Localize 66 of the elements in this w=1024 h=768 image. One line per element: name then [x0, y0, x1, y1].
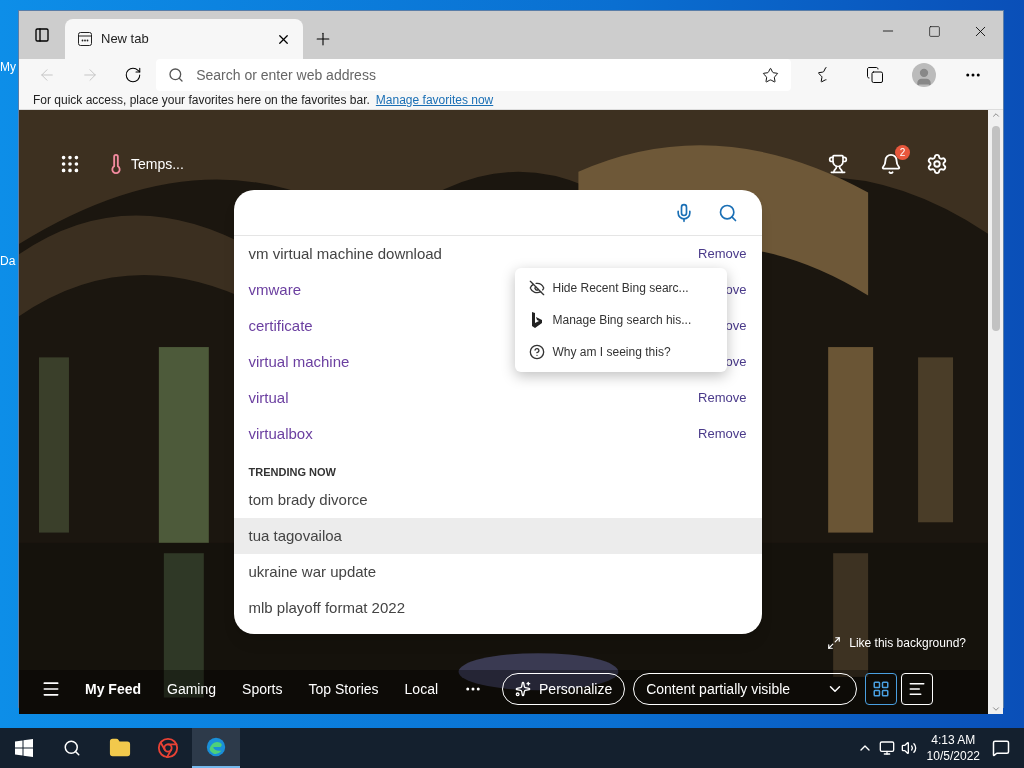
edge-icon [205, 736, 227, 758]
windows-logo-icon[interactable] [15, 739, 33, 757]
favorites-bar-message: For quick access, place your favorites here on the favorites bar. [33, 92, 370, 109]
trending-header: TRENDING NOW [248, 464, 336, 480]
trending-suggestion[interactable]: ukraine war update [233, 554, 762, 590]
grid-icon [872, 680, 891, 698]
chrome-icon [157, 737, 179, 759]
network-icon[interactable] [878, 740, 895, 756]
like-background-link[interactable]: Like this background? [849, 634, 966, 652]
browser-tab[interactable]: New tab [65, 19, 303, 59]
feed-tab[interactable]: My Feed [85, 678, 141, 700]
sparkle-icon [515, 681, 532, 697]
desktop-icon-label: My [0, 59, 16, 76]
hide-icon [528, 280, 545, 296]
grid-view-button[interactable] [865, 673, 898, 705]
refresh-icon[interactable] [123, 66, 142, 84]
notifications-icon[interactable] [880, 153, 902, 175]
profile-avatar[interactable] [911, 63, 936, 87]
address-bar[interactable]: Search or enter web address [156, 59, 792, 91]
history-suggestion[interactable]: virtualbox [248, 422, 313, 446]
apps-icon[interactable] [59, 153, 81, 175]
remove-link[interactable]: Remove [698, 388, 747, 408]
maximize-icon[interactable] [927, 24, 941, 38]
tab-title: New tab [101, 30, 150, 49]
remove-link[interactable]: Remove [698, 424, 747, 444]
history-suggestion[interactable]: virtual machine [248, 350, 350, 374]
trending-suggestion[interactable]: tua tagovailoa [233, 518, 762, 554]
list-icon [908, 680, 927, 698]
tab-page-icon [77, 31, 93, 47]
desktop-icon-label: Da [0, 253, 16, 270]
menu-icon[interactable] [41, 679, 61, 699]
context-menu-item[interactable]: Why am I seeing this? [514, 336, 727, 368]
tab-actions-icon[interactable] [34, 27, 50, 43]
add-favorite-icon[interactable] [762, 66, 780, 84]
feed-tab[interactable]: Top Stories [308, 678, 379, 700]
history-suggestion[interactable]: certificate [248, 314, 313, 338]
taskbar-clock[interactable]: 4:13 AM 10/5/2022 [926, 732, 980, 764]
feed-tab[interactable]: Gaming [167, 678, 217, 700]
history-suggestion[interactable]: vmware [248, 278, 301, 302]
feed-tab[interactable]: Local [404, 678, 439, 700]
address-input[interactable]: Search or enter web address [196, 64, 751, 86]
settings-icon[interactable] [926, 153, 948, 175]
collections-icon[interactable] [865, 66, 884, 84]
manage-favorites-link[interactable]: Manage favorites now [375, 91, 494, 109]
taskbar-app[interactable] [192, 728, 240, 768]
trending-suggestion[interactable]: tom brady divorce [233, 482, 762, 518]
history-suggestion[interactable]: vm virtual machine download [248, 242, 442, 266]
remove-link[interactable]: Remove [698, 244, 747, 264]
expand-icon [827, 636, 842, 650]
feed-tab[interactable]: Sports [242, 678, 283, 700]
weather-label[interactable]: Temps... [131, 153, 184, 175]
trending-suggestion[interactable]: mlb playoff format 2022 [233, 590, 762, 626]
scrollbar[interactable] [988, 110, 1003, 714]
notifications-icon[interactable] [992, 739, 1010, 757]
history-suggestion[interactable]: virtual [248, 386, 289, 410]
context-menu-item[interactable]: Manage Bing search his... [514, 304, 727, 336]
volume-icon[interactable] [900, 740, 917, 756]
bing-logo-icon [530, 312, 543, 328]
context-menu-item[interactable]: Hide Recent Bing searc... [514, 272, 727, 304]
list-view-button[interactable] [901, 673, 934, 705]
help-icon [528, 344, 545, 360]
folder-icon [109, 737, 131, 759]
rewards-icon[interactable] [828, 154, 848, 174]
scrollbar-thumb[interactable] [991, 126, 1000, 331]
search-icon[interactable] [63, 739, 81, 757]
search-icon [168, 67, 185, 83]
